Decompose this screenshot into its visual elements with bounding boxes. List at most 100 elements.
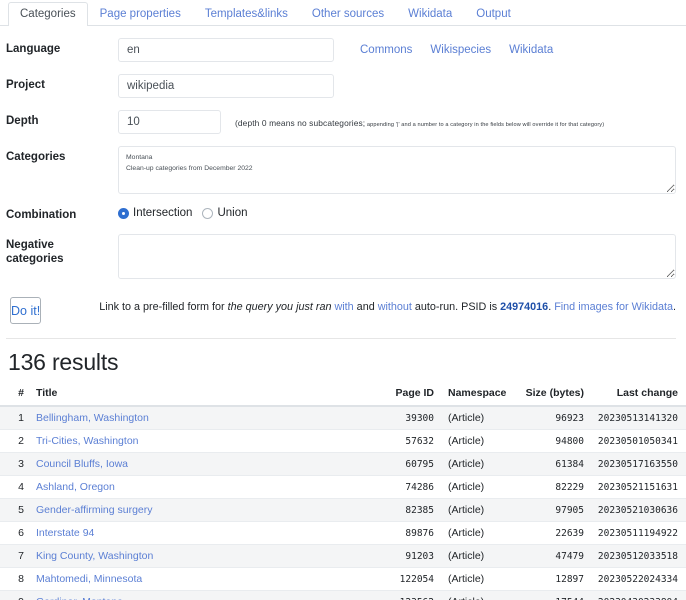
cell-title[interactable]: Mahtomedi, Minnesota	[30, 567, 370, 591]
form-row-depth: Depth (depth 0 means no subcategories; a…	[6, 110, 676, 134]
cell-page-id: 123562	[370, 590, 440, 600]
cell-title[interactable]: Interstate 94	[30, 521, 370, 545]
tab-other-sources[interactable]: Other sources	[300, 2, 396, 26]
project-input[interactable]	[118, 74, 334, 98]
column-header-page-id[interactable]: Page ID	[370, 383, 440, 407]
negative-categories-label-line1: Negative	[6, 239, 54, 251]
project-field-wrap	[118, 74, 676, 98]
form-row-project: Project	[6, 74, 676, 98]
find-images-for-wikidata-link[interactable]: Find images for Wikidata	[554, 301, 673, 313]
note-emphasis: the query you just ran	[227, 301, 332, 313]
result-title-link[interactable]: Interstate 94	[36, 527, 94, 539]
project-link-commons[interactable]: Commons	[360, 44, 412, 56]
cell-size-bytes: 22639	[512, 521, 590, 545]
tab-categories[interactable]: Categories	[8, 2, 88, 26]
cell-number: 6	[0, 521, 30, 545]
tab-page-properties[interactable]: Page properties	[88, 2, 193, 26]
cell-page-id: 89876	[370, 521, 440, 545]
depth-field-wrap: (depth 0 means no subcategories; appendi…	[118, 110, 676, 134]
cell-namespace: (Article)	[440, 452, 512, 476]
tab-output[interactable]: Output	[464, 2, 523, 26]
combination-radio-union[interactable]	[202, 207, 214, 219]
results-table-head: # Title Page ID Namespace Size (bytes) Last c…	[0, 383, 686, 407]
combination-option-intersection[interactable]: Intersection	[118, 207, 192, 219]
language-input[interactable]	[118, 38, 334, 62]
tab-bar: Categories Page properties Templates&links…	[0, 0, 686, 26]
cell-number: 4	[0, 475, 30, 499]
column-header-title[interactable]: Title	[30, 383, 370, 407]
cell-title[interactable]: King County, Washington	[30, 544, 370, 568]
depth-hint-rest: appending '|' and a number to a category…	[366, 122, 605, 128]
cell-size-bytes: 94800	[512, 429, 590, 453]
note-part2: and	[353, 301, 378, 313]
cell-title[interactable]: Council Bluffs, Iowa	[30, 452, 370, 476]
link-with-autorun[interactable]: with	[334, 301, 353, 313]
categories-textarea[interactable]: Montana Clean-up categories from Decembe…	[118, 146, 676, 194]
cell-namespace: (Article)	[440, 406, 512, 430]
negative-categories-field-wrap	[118, 234, 676, 279]
cell-title[interactable]: Gender-affirming surgery	[30, 498, 370, 522]
result-title-link[interactable]: Ashland, Oregon	[36, 481, 115, 493]
categories-field-wrap: Montana Clean-up categories from Decembe…	[118, 146, 676, 194]
language-field-wrap: Commons Wikispecies Wikidata	[118, 38, 676, 62]
psid-link[interactable]: 24974016	[500, 301, 548, 313]
cell-title[interactable]: Bellingham, Washington	[30, 406, 370, 430]
tab-templates-links[interactable]: Templates&links	[193, 2, 300, 26]
cell-last-change: 20230512033518	[590, 544, 686, 568]
cell-title[interactable]: Gardiner, Montana	[30, 590, 370, 600]
negative-categories-textarea[interactable]	[118, 234, 676, 279]
cell-last-change: 20230501050341	[590, 429, 686, 453]
result-title-link[interactable]: Gender-affirming surgery	[36, 504, 153, 516]
combination-radio-intersection[interactable]	[118, 207, 129, 219]
negative-categories-label-line2: categories	[6, 253, 64, 265]
cell-namespace: (Article)	[440, 567, 512, 591]
result-title-link[interactable]: Gardiner, Montana	[36, 596, 123, 600]
cell-size-bytes: 96923	[512, 406, 590, 430]
depth-hint: (depth 0 means no subcategories; appendi…	[235, 110, 604, 130]
note-part5: .	[673, 301, 676, 313]
column-header-namespace[interactable]: Namespace	[440, 383, 512, 407]
cell-title[interactable]: Ashland, Oregon	[30, 475, 370, 499]
tab-wikidata[interactable]: Wikidata	[396, 2, 464, 26]
column-header-number[interactable]: #	[0, 383, 30, 407]
table-row: 9 Gardiner, Montana 123562(Article)1754420…	[0, 590, 686, 600]
project-link-wikidata[interactable]: Wikidata	[509, 44, 553, 56]
cell-namespace: (Article)	[440, 475, 512, 499]
table-row: 6 Interstate 94 89876 (Article) 22639 2023051…	[0, 521, 686, 545]
form-row-negative-categories: Negative categories	[6, 234, 676, 279]
result-title-link[interactable]: Tri-Cities, Washington	[36, 435, 139, 447]
column-header-last-change[interactable]: Last change	[590, 383, 686, 407]
result-title-link[interactable]: Bellingham, Washington	[36, 412, 149, 424]
combination-option-union[interactable]: Union	[202, 207, 248, 219]
form-row-language: Language Commons Wikispecies Wikidata	[6, 38, 676, 62]
query-form: Language Commons Wikispecies Wikidata Proj…	[0, 38, 686, 279]
cell-number: 9	[0, 590, 30, 600]
combination-option-label: Intersection	[133, 207, 193, 219]
result-title-link[interactable]: Council Bluffs, Iowa	[36, 458, 128, 470]
table-row: 3 Council Bluffs, Iowa 60795 (Article) 61384…	[0, 452, 686, 476]
column-header-size-bytes[interactable]: Size (bytes)	[512, 383, 590, 407]
cell-page-id: 57632	[370, 429, 440, 453]
cell-page-id: 39300	[370, 406, 440, 430]
table-row: 8 Mahtomedi, Minnesota 122054 (Article) 1289…	[0, 567, 686, 591]
results-table: # Title Page ID Namespace Size (bytes) Last c…	[0, 383, 686, 600]
result-title-link[interactable]: King County, Washington	[36, 550, 153, 562]
depth-input[interactable]	[118, 110, 221, 134]
cell-last-change: 20230521151631	[590, 475, 686, 499]
section-divider	[6, 338, 676, 339]
project-link-wikispecies[interactable]: Wikispecies	[430, 44, 491, 56]
cell-last-change: 20230513141320	[590, 406, 686, 430]
do-it-button[interactable]: Do it!	[10, 297, 42, 324]
table-row: 2 Tri-Cities, Washington 57632 (Article) 948…	[0, 429, 686, 453]
cell-last-change: 20230511194922	[590, 521, 686, 545]
categories-label: Categories	[6, 151, 66, 163]
result-title-link[interactable]: Mahtomedi, Minnesota	[36, 573, 142, 585]
cell-size-bytes: 17544	[512, 590, 590, 600]
cell-title[interactable]: Tri-Cities, Washington	[30, 429, 370, 453]
cell-namespace: (Article)	[440, 498, 512, 522]
link-without-autorun[interactable]: without	[378, 301, 412, 313]
cell-namespace: (Article)	[440, 590, 512, 600]
form-row-combination: Combination Intersection Union	[6, 204, 676, 222]
cell-number: 7	[0, 544, 30, 568]
cell-size-bytes: 47479	[512, 544, 590, 568]
